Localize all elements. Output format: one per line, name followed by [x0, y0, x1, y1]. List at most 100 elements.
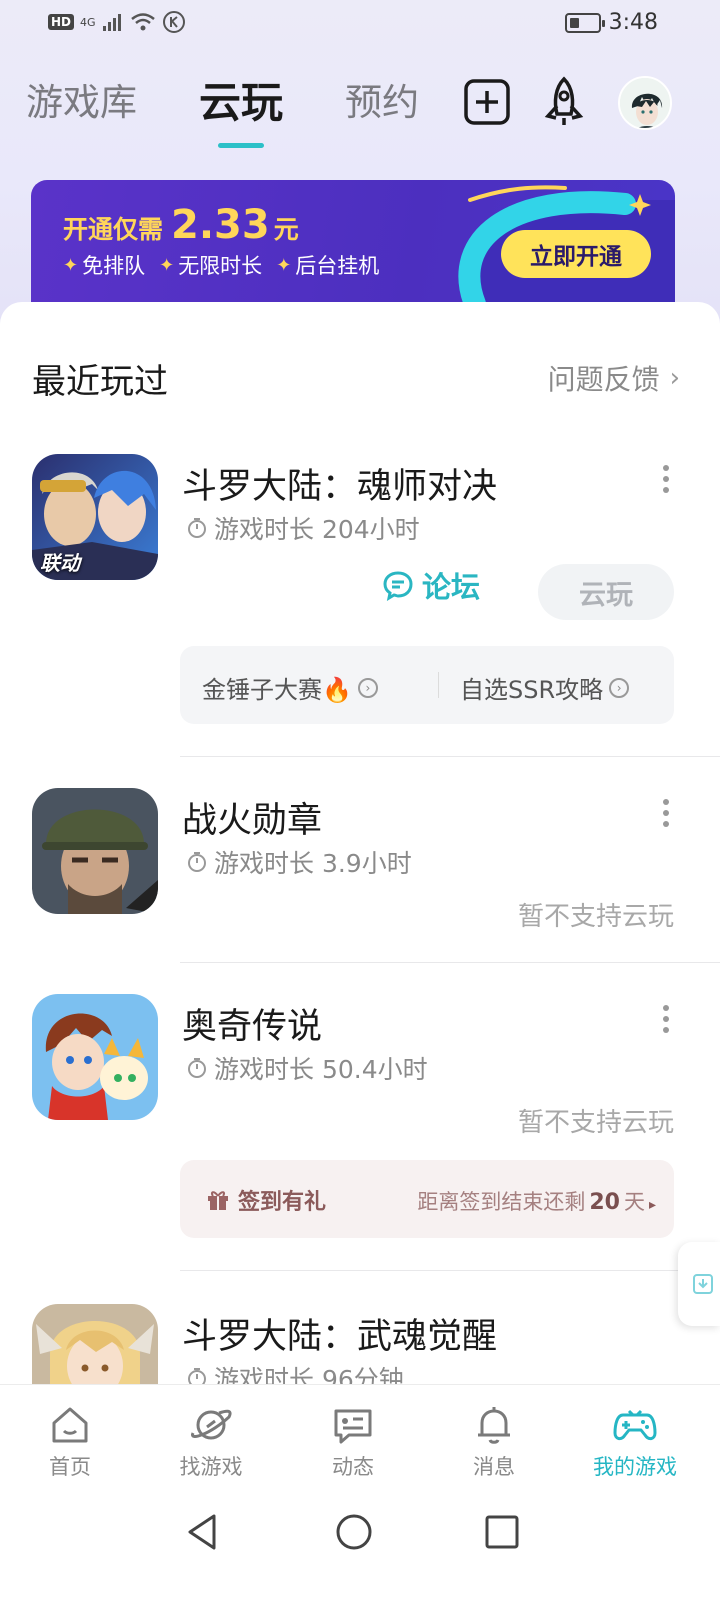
rocket-icon[interactable]: [540, 76, 588, 128]
gift-icon: [208, 1191, 228, 1210]
game-icon-badge: 联动: [40, 551, 80, 575]
status-bar: HD 4G 3:48: [0, 0, 720, 48]
banner-feature-label: 后台挂机: [295, 254, 380, 278]
nav-my-games[interactable]: 我的游戏: [580, 1403, 690, 1481]
banner-title-prefix: 开通仅需: [63, 215, 164, 244]
battery-icon: [564, 12, 605, 33]
clock-time: 3:48: [608, 10, 658, 35]
back-icon[interactable]: [184, 1512, 224, 1552]
circle-chevron-icon: ›: [357, 677, 378, 698]
playtime-text: 游戏时长 50.4小时: [214, 1055, 428, 1084]
add-icon[interactable]: [463, 76, 511, 128]
circle-chevron-icon: ›: [609, 677, 630, 698]
k-app-icon: [162, 11, 185, 33]
game-art: [32, 788, 158, 914]
timer-icon: [188, 1368, 206, 1384]
cloud-unsupported-label: 暂不支持云玩: [517, 1108, 674, 1138]
chat-card-icon: [334, 1409, 372, 1444]
banner-feature: ✦ 免排队: [63, 250, 145, 280]
game-title[interactable]: 斗罗大陆：武魂觉醒: [182, 1308, 497, 1359]
more-options-icon[interactable]: [662, 1004, 670, 1034]
nav-label: 动态: [332, 1455, 374, 1479]
countdown-prefix: 距离签到结束还剩: [417, 1190, 586, 1214]
bell-icon: [478, 1407, 510, 1444]
playtime-text: 游戏时长 96分钟: [214, 1365, 404, 1384]
feedback-label: 问题反馈: [547, 363, 660, 396]
tag-label: 自选SSR攻略: [460, 676, 604, 704]
tag-separator: [438, 672, 439, 698]
game-title[interactable]: 战火勋章: [182, 792, 322, 843]
chevron-right-icon: ›: [669, 363, 680, 393]
game-playtime: 游戏时长 50.4小时: [186, 1050, 428, 1086]
recent-games-panel: 最近玩过 问题反馈 › 联动 斗罗大陆：魂师对决 游戏时长 204小时 论坛 云…: [0, 302, 720, 1384]
divider: [180, 962, 720, 963]
banner-feature: ✦ 后台挂机: [276, 250, 379, 280]
status-left: HD 4G: [48, 10, 186, 34]
game-art: [32, 1304, 158, 1384]
game-title[interactable]: 斗罗大陆：魂师对决: [182, 458, 497, 509]
tab-cloud-play[interactable]: 云玩: [199, 76, 284, 148]
game-playtime: 游戏时长 96分钟: [186, 1360, 404, 1384]
sparkle-icon: ✦: [276, 254, 292, 276]
tag-label: 金锤子大赛🔥: [202, 676, 352, 704]
game-icon-douluo-wuhun[interactable]: [32, 1304, 158, 1384]
signal-icon: [102, 14, 121, 31]
countdown-suffix: 天: [623, 1190, 645, 1214]
avatar[interactable]: [618, 76, 672, 130]
tab-game-library[interactable]: 游戏库: [26, 76, 137, 130]
top-tabs: 游戏库 云玩 预约: [26, 76, 481, 148]
activate-now-button[interactable]: 立即开通: [501, 230, 651, 278]
gamepad-icon: [613, 1409, 657, 1441]
banner-title: 开通仅需 2.33 元: [63, 202, 299, 248]
sparkle-icon: ✦: [159, 254, 175, 276]
tag-link[interactable]: 金锤子大赛🔥 ›: [202, 670, 378, 705]
section-title: 最近玩过: [32, 362, 168, 402]
game-art: [32, 994, 158, 1120]
planet-icon: [191, 1409, 232, 1440]
forum-button[interactable]: 论坛: [382, 564, 480, 606]
banner-features: ✦ 免排队 ✦ 无限时长 ✦ 后台挂机: [63, 250, 379, 280]
more-options-icon[interactable]: [662, 464, 670, 494]
game-title[interactable]: 奥奇传说: [182, 998, 322, 1049]
nav-home[interactable]: 首页: [15, 1403, 125, 1481]
nav-messages[interactable]: 消息: [439, 1403, 549, 1481]
nav-feed[interactable]: 动态: [298, 1403, 408, 1481]
home-circle-icon[interactable]: [334, 1512, 374, 1552]
checkin-countdown: 距离签到结束还剩 20 天 ▸: [417, 1186, 656, 1216]
divider: [180, 756, 720, 757]
timer-icon: [188, 852, 206, 872]
cloud-unsupported-label: 暂不支持云玩: [517, 902, 674, 932]
tag-link[interactable]: 自选SSR攻略 ›: [460, 670, 630, 705]
game-icon-aoqi[interactable]: [32, 994, 158, 1120]
nav-label: 找游戏: [179, 1455, 243, 1479]
system-navigation-bar: [0, 1494, 720, 1600]
wifi-icon: [130, 13, 155, 31]
tab-active-indicator: [218, 143, 264, 148]
floating-download-tab[interactable]: [678, 1242, 720, 1326]
membership-banner[interactable]: 开通仅需 2.33 元 ✦ 免排队 ✦ 无限时长 ✦ 后台挂机 立即开通: [31, 180, 675, 304]
download-icon: [693, 1274, 713, 1294]
nav-find-games[interactable]: 找游戏: [156, 1403, 266, 1481]
banner-feature: ✦ 无限时长: [159, 250, 262, 280]
forum-icon: [383, 571, 413, 601]
countdown-days: 20: [589, 1190, 620, 1215]
checkin-reward-banner[interactable]: 签到有礼 距离签到结束还剩 20 天 ▸: [180, 1160, 674, 1238]
game-playtime: 游戏时长 204小时: [186, 510, 420, 546]
hd-badge: HD: [48, 14, 75, 30]
nav-label: 消息: [473, 1455, 515, 1479]
recents-icon[interactable]: [482, 1512, 522, 1552]
more-options-icon[interactable]: [662, 798, 670, 828]
checkin-label-group: 签到有礼: [206, 1184, 326, 1216]
feedback-link[interactable]: 问题反馈 ›: [548, 358, 680, 398]
nav-label: 首页: [49, 1455, 91, 1479]
game-icon-douluo-hunshi[interactable]: 联动: [32, 454, 158, 580]
home-icon: [52, 1407, 88, 1443]
banner-price-unit: 元: [273, 215, 299, 244]
forum-label: 论坛: [422, 570, 481, 604]
sparkle-icon: ✦: [63, 254, 79, 276]
tab-cloud-play-label: 云玩: [199, 78, 284, 127]
tab-reservation[interactable]: 预约: [345, 76, 419, 130]
game-icon-zhanhuo[interactable]: [32, 788, 158, 914]
banner-price: 2.33: [171, 202, 270, 248]
cloud-play-button[interactable]: 云玩: [538, 564, 674, 620]
